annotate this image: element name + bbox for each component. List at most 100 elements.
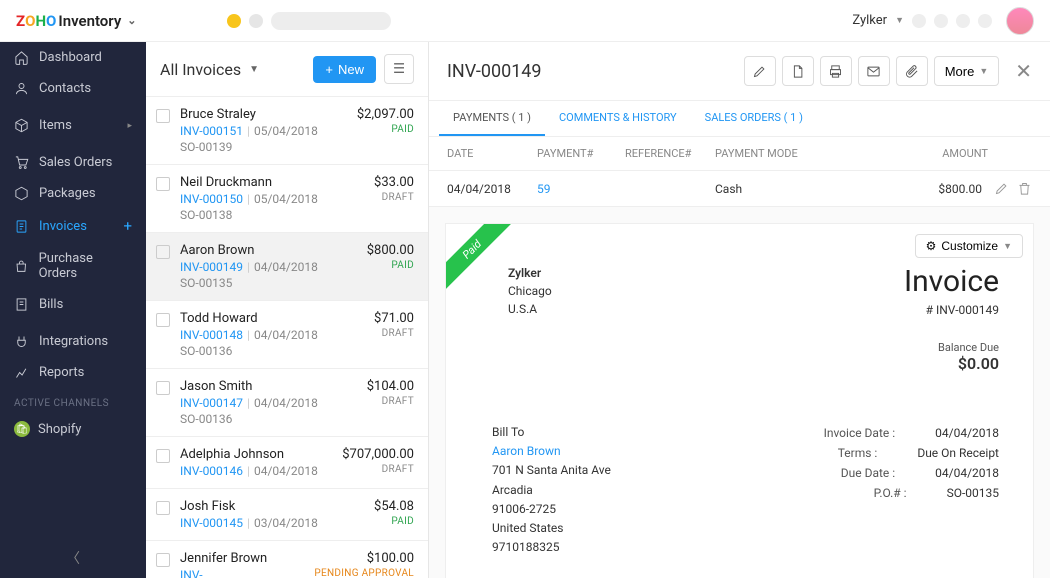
invoice-status: DRAFT [367, 396, 414, 407]
pencil-icon[interactable] [994, 181, 1009, 196]
chevron-down-icon[interactable]: ⌄ [127, 14, 136, 27]
row-checkbox[interactable] [156, 245, 170, 259]
invoice-link[interactable]: INV-000148 [180, 328, 243, 342]
user-icon [14, 81, 29, 96]
invoice-list-row[interactable]: Aaron Brown INV-000149|04/04/2018 SO-001… [146, 232, 428, 300]
invoice-number: # INV-000149 [904, 303, 999, 317]
print-button[interactable] [820, 56, 852, 86]
sidebar-item-packages[interactable]: Packages [0, 178, 146, 209]
list-title[interactable]: All Invoices [160, 60, 241, 79]
email-button[interactable] [858, 56, 890, 86]
so-number: SO-00136 [180, 412, 357, 426]
tab[interactable]: SALES ORDERS ( 1 ) [691, 101, 817, 136]
row-checkbox[interactable] [156, 501, 170, 515]
invoice-list-row[interactable]: Josh Fisk INV-000145|03/04/2018 $54.08 P… [146, 488, 428, 540]
row-checkbox[interactable] [156, 381, 170, 395]
row-checkbox[interactable] [156, 449, 170, 463]
home-icon [14, 50, 29, 65]
invoice-link[interactable]: INV-000151 [180, 124, 243, 138]
caret-down-icon: ▼ [895, 15, 904, 26]
invoice-list-row[interactable]: Jason Smith INV-000147|04/04/2018 SO-001… [146, 368, 428, 436]
tab[interactable]: COMMENTS & HISTORY [545, 101, 691, 136]
customer-name: Aaron Brown [180, 243, 357, 258]
invoice-list-row[interactable]: Bruce Straley INV-000151|05/04/2018 SO-0… [146, 96, 428, 164]
invoice-amount: $100.00 [314, 551, 414, 566]
payment-row[interactable]: 04/04/2018 59 Cash $800.00 [429, 171, 1050, 207]
status-dot [249, 14, 263, 28]
customer-link[interactable]: Aaron Brown [492, 442, 611, 461]
billto-label: Bill To [492, 423, 611, 442]
invoice-list-row[interactable]: Adelphia Johnson INV-000146|04/04/2018 $… [146, 436, 428, 488]
balance-amount: $0.00 [904, 354, 999, 373]
collapse-sidebar[interactable]: 〈 [0, 538, 146, 578]
customer-name: Jason Smith [180, 379, 357, 394]
more-button[interactable]: More▼ [934, 56, 1000, 86]
status-dot [227, 14, 241, 28]
row-checkbox[interactable] [156, 177, 170, 191]
pdf-button[interactable] [782, 56, 814, 86]
payment-link[interactable]: 59 [537, 182, 625, 196]
invoice-link[interactable]: INV-000144 [180, 568, 220, 578]
sidebar-item-invoices[interactable]: Invoices+ [0, 209, 146, 243]
meta-key: Terms : [787, 446, 877, 460]
so-number: SO-00135 [180, 276, 357, 290]
bag-icon [14, 259, 29, 274]
gear-icon: ⚙ [926, 239, 937, 253]
row-checkbox[interactable] [156, 313, 170, 327]
customer-name: Bruce Straley [180, 107, 347, 122]
sidebar-item-label: Packages [39, 186, 96, 201]
paperclip-icon [904, 64, 919, 79]
sidebar-item-reports[interactable]: Reports [0, 357, 146, 388]
placeholder-circle [956, 14, 970, 28]
invoice-link[interactable]: INV-000150 [180, 192, 243, 206]
org-switcher[interactable]: Zylker [852, 13, 887, 28]
sidebar-item-purchase-orders[interactable]: Purchase Orders [0, 243, 146, 289]
addr-city: Arcadia [492, 481, 611, 500]
app-logo[interactable]: ZOHO Inventory ⌄ [16, 12, 137, 30]
invoice-link[interactable]: INV-000147 [180, 396, 243, 410]
cart-icon [14, 155, 29, 170]
new-invoice-button[interactable]: +New [313, 56, 376, 83]
customer-name: Jennifer Brown [180, 551, 304, 566]
sidebar-item-bills[interactable]: Bills [0, 289, 146, 320]
plus-icon: + [325, 62, 333, 77]
invoice-link[interactable]: INV-000145 [180, 516, 243, 530]
attach-button[interactable] [896, 56, 928, 86]
sidebar-item-label: Items [39, 118, 72, 133]
sidebar-item-label: Dashboard [39, 50, 102, 65]
invoice-link[interactable]: INV-000146 [180, 464, 243, 478]
invoice-list-row[interactable]: Todd Howard INV-000148|04/04/2018 SO-001… [146, 300, 428, 368]
sidebar-item-items[interactable]: Items▸ [0, 110, 146, 141]
avatar[interactable] [1006, 7, 1034, 35]
invoice-detail-panel: INV-000149 More▼ ✕ PAYMENTS ( 1 )COMMENT… [429, 42, 1050, 578]
edit-button[interactable] [744, 56, 776, 86]
row-checkbox[interactable] [156, 109, 170, 123]
invoice-amount: $104.00 [367, 379, 414, 394]
col-paymentno: PAYMENT# [537, 147, 625, 160]
chart-icon [14, 365, 29, 380]
sidebar-item-integrations[interactable]: Integrations [0, 326, 146, 357]
sidebar-item-label: Integrations [39, 334, 108, 349]
detail-title: INV-000149 [447, 61, 542, 82]
channel-shopify[interactable]: 🛍Shopify [0, 415, 146, 443]
sidebar-item-label: Sales Orders [39, 155, 112, 170]
row-checkbox[interactable] [156, 553, 170, 567]
invoice-list-row[interactable]: Jennifer Brown INV-000144|31/03/2018 $10… [146, 540, 428, 578]
trash-icon[interactable] [1017, 181, 1032, 196]
invoice-list-row[interactable]: Neil Druckmann INV-000150|05/04/2018 SO-… [146, 164, 428, 232]
sidebar-item-sales-orders[interactable]: Sales Orders [0, 147, 146, 178]
invoice-date: 05/04/2018 [254, 124, 318, 138]
close-button[interactable]: ✕ [1015, 59, 1032, 83]
so-number: SO-00139 [180, 140, 347, 154]
invoice-amount: $33.00 [374, 175, 414, 190]
sidebar-item-dashboard[interactable]: Dashboard [0, 42, 146, 73]
invoice-date: 04/04/2018 [254, 464, 318, 478]
sidebar-item-contacts[interactable]: Contacts [0, 73, 146, 104]
add-invoice-icon[interactable]: + [123, 217, 132, 235]
tab[interactable]: PAYMENTS ( 1 ) [439, 101, 545, 136]
customize-button[interactable]: ⚙Customize▼ [915, 234, 1023, 258]
list-menu-button[interactable]: ☰ [384, 54, 414, 84]
meta-value: 04/04/2018 [935, 426, 999, 440]
mail-icon [866, 64, 881, 79]
invoice-link[interactable]: INV-000149 [180, 260, 243, 274]
